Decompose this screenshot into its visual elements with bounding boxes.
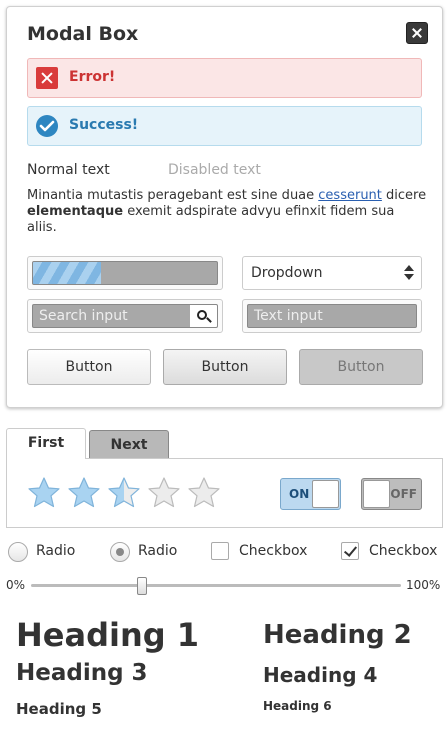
normal-text: Normal text [27, 162, 110, 178]
error-alert: Error! [27, 58, 422, 98]
tab-panel: ON OFF [6, 458, 443, 528]
search-icon[interactable] [190, 304, 218, 328]
heading-4: Heading 4 [263, 663, 378, 687]
disabled-text: Disabled text [168, 162, 261, 178]
paragraph-text: Minantia mutastis peragebant est sine du… [27, 188, 319, 203]
star-icon[interactable] [187, 476, 221, 510]
default-button[interactable]: Button [27, 349, 151, 385]
heading-6: Heading 6 [263, 699, 332, 713]
text-field: Text input [242, 299, 422, 333]
close-icon[interactable] [406, 22, 428, 44]
checkbox-checked[interactable] [341, 542, 359, 560]
success-alert: Success! [27, 106, 422, 146]
slider-track[interactable] [31, 584, 401, 587]
slider-thumb[interactable] [137, 577, 147, 595]
paragraph-link[interactable]: cesserunt [318, 188, 382, 203]
search-field: Search input [27, 299, 223, 333]
toggle-off-switch[interactable]: OFF [361, 478, 422, 510]
radio-label: Radio [138, 543, 178, 559]
heading-5: Heading 5 [16, 700, 102, 718]
radio-button-checked[interactable] [110, 542, 130, 562]
paragraph-text: dicere [381, 188, 427, 203]
progress-fill [33, 262, 102, 284]
toggle-knob [312, 480, 339, 508]
star-icon[interactable] [27, 476, 61, 510]
toggle-off-label: OFF [390, 487, 417, 501]
error-alert-text: Error! [69, 69, 116, 85]
checkmark-icon [36, 115, 58, 137]
text-input[interactable]: Text input [247, 304, 417, 328]
toggle-on-switch[interactable]: ON [280, 478, 341, 510]
radio-button[interactable] [8, 542, 28, 562]
success-alert-text: Success! [69, 117, 139, 133]
slider-min-label: 0% [6, 578, 26, 592]
dropdown-label: Dropdown [251, 265, 323, 281]
checkbox-label: Checkbox [369, 543, 438, 559]
magnifier-handle [206, 317, 212, 323]
tab-next[interactable]: Next [89, 430, 169, 460]
checkbox[interactable] [211, 542, 229, 560]
star-icon[interactable] [147, 476, 181, 510]
toggle-knob [363, 480, 390, 508]
progress-bar [27, 256, 223, 290]
tab-first[interactable]: First [6, 428, 86, 459]
checkbox-label: Checkbox [239, 543, 308, 559]
updown-arrows-icon [403, 265, 415, 283]
modal-box: Modal Box Error! Success! Normal text Di… [6, 6, 443, 408]
star-icon[interactable] [67, 476, 101, 510]
search-input[interactable]: Search input [32, 304, 192, 328]
slider-max-label: 100% [406, 578, 441, 592]
body-paragraph: Minantia mutastis peragebant est sine du… [27, 188, 427, 236]
toggle-on-label: ON [289, 487, 310, 501]
dropdown-select[interactable]: Dropdown [242, 256, 422, 290]
star-icon[interactable] [107, 476, 141, 510]
radio-label: Radio [36, 543, 76, 559]
heading-1: Heading 1 [16, 616, 200, 654]
progress-track [32, 261, 218, 285]
error-icon [36, 67, 58, 89]
disabled-button: Button [299, 349, 423, 385]
search-placeholder: Search input [39, 308, 128, 324]
text-placeholder: Text input [254, 308, 323, 324]
pressed-button[interactable]: Button [163, 349, 287, 385]
heading-2: Heading 2 [263, 620, 412, 650]
paragraph-bold: elementaque [27, 204, 124, 219]
heading-3: Heading 3 [16, 660, 148, 686]
modal-title: Modal Box [27, 23, 139, 45]
